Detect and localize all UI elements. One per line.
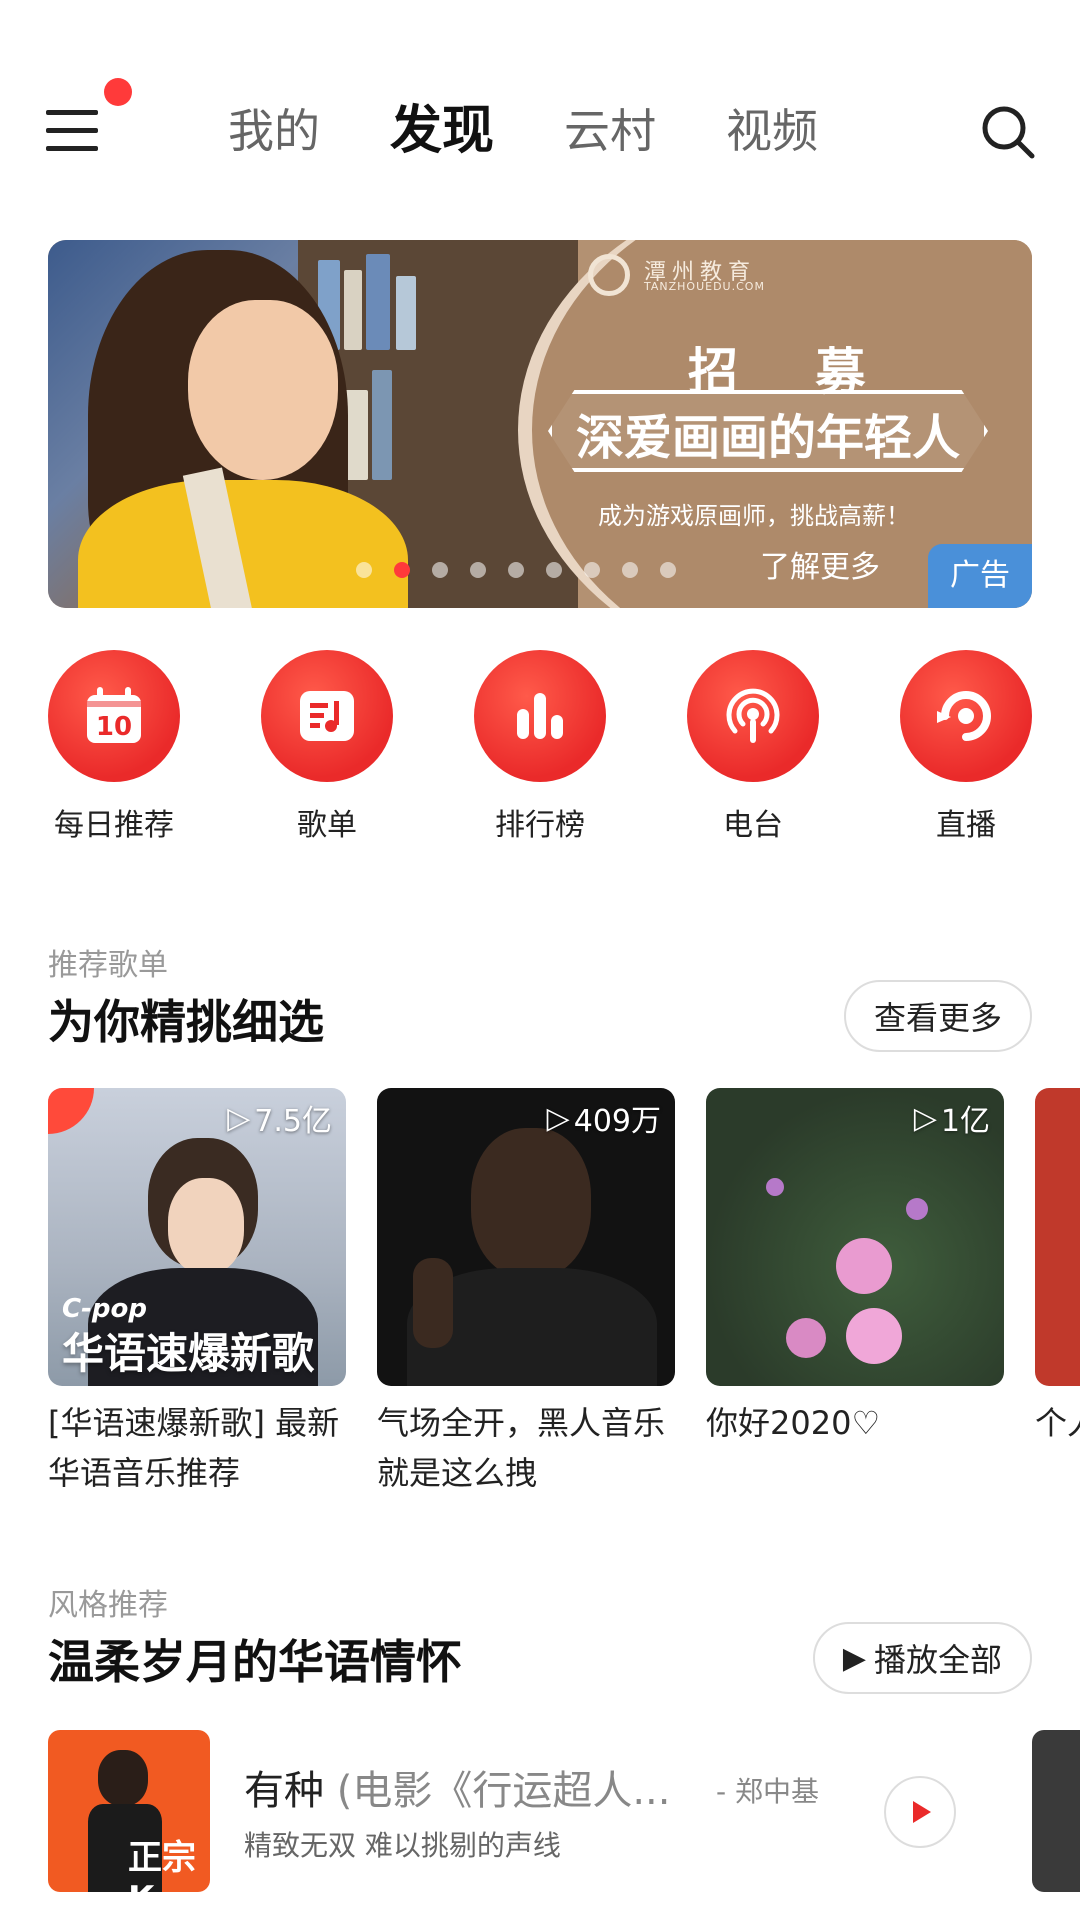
cover-caption: 华语速爆新歌 (62, 1329, 315, 1378)
song-row[interactable]: 正宗K 有种 (电影《行运超人... - 郑中基 精致无双 难以挑剔的声线 (48, 1730, 1080, 1896)
play-icon (913, 1801, 931, 1823)
notification-dot (104, 78, 132, 106)
radio-icon (687, 650, 819, 782)
chart-icon (474, 650, 606, 782)
section-title: 为你精挑细选 (48, 995, 324, 1049)
play-all-button[interactable]: ▶ 播放全部 (812, 1622, 1032, 1694)
pager-dot[interactable] (622, 562, 638, 578)
learn-more-link[interactable]: 了解更多 (760, 542, 880, 586)
play-song-button[interactable] (884, 1776, 956, 1848)
play-count-text: 7.5亿 (254, 1104, 332, 1139)
playlist-icon (261, 650, 393, 782)
pager-dot[interactable] (584, 562, 600, 578)
tab-discover[interactable]: 发现 (390, 98, 494, 164)
tab-mine[interactable]: 我的 (228, 98, 320, 164)
quick-entries: 10 每日推荐 歌单 排行榜 电台 直播 (48, 650, 1032, 843)
entry-daily[interactable]: 10 每日推荐 (48, 650, 180, 844)
section-subtitle: 推荐歌单 (48, 948, 168, 983)
ad-banner[interactable]: 潭州教育 TANZHOUEDU.COM 招 募 深爱画画的年轻人 成为游戏原画师… (48, 240, 1032, 608)
calendar-icon: 10 (48, 650, 180, 782)
tab-video[interactable]: 视频 (726, 98, 818, 164)
playlist-cover (1035, 1088, 1080, 1386)
section-subtitle: 风格推荐 (48, 1588, 168, 1623)
banner-illustration (48, 240, 578, 608)
play-count-icon: ▷ (913, 1100, 937, 1136)
play-count-icon: ▷ (546, 1100, 570, 1136)
pager-dot[interactable] (508, 562, 524, 578)
play-count-text: 409万 (573, 1104, 661, 1139)
entry-label: 每日推荐 (54, 808, 174, 843)
entry-live[interactable]: 直播 (900, 650, 1032, 844)
song-artist: - 郑中基 (716, 1775, 820, 1808)
pager-dot[interactable] (356, 562, 372, 578)
netease-logo-icon (48, 1088, 94, 1134)
pager-dot[interactable] (470, 562, 486, 578)
entry-chart[interactable]: 排行榜 (474, 650, 606, 844)
playlist-card[interactable]: ▷ 1亿 你好2020♡ (706, 1088, 1004, 1498)
view-more-button[interactable]: 查看更多 (843, 980, 1032, 1052)
entry-label: 排行榜 (495, 808, 585, 843)
playlist-title: 个人律吗 (1035, 1404, 1080, 1442)
entry-label: 直播 (936, 808, 996, 843)
entry-label: 歌单 (297, 808, 357, 843)
play-icon: ▶ (842, 1640, 866, 1676)
brand-logo-icon (588, 254, 630, 296)
playlist-card-partial[interactable]: 个人律吗 (1035, 1088, 1080, 1498)
pager-dot[interactable] (546, 562, 562, 578)
pager-dot-active[interactable] (394, 562, 410, 578)
menu-icon[interactable] (46, 108, 102, 152)
playlist-cover: ▷ 7.5亿 C-pop 华语速爆新歌 (48, 1088, 346, 1386)
brand-url: TANZHOUEDU.COM (644, 280, 765, 293)
entry-radio[interactable]: 电台 (687, 650, 819, 844)
playlist-cover: ▷ 409万 (377, 1088, 675, 1386)
play-count-icon: ▷ (227, 1100, 251, 1136)
pager-dot[interactable] (660, 562, 676, 578)
top-bar: 我的 发现 云村 视频 (0, 0, 1080, 230)
play-count: ▷ 1亿 (914, 1096, 990, 1140)
banner-sub-slogan: 成为游戏原画师，挑战高薪！ (598, 502, 910, 530)
pager-dot[interactable] (432, 562, 448, 578)
playlist-title: 气场全开，黑人音乐 就是这么拽 (377, 1404, 666, 1492)
entry-label: 电台 (723, 808, 783, 843)
song-cover-text: 正宗K (128, 1838, 196, 1892)
entry-playlist[interactable]: 歌单 (261, 650, 393, 844)
ad-badge: 广告 (928, 544, 1032, 608)
search-icon[interactable] (980, 104, 1036, 160)
song-title-main: 有种 (244, 1768, 324, 1814)
play-count-text: 1亿 (940, 1104, 990, 1139)
section-title: 温柔岁月的华语情怀 (48, 1635, 462, 1689)
banner-pager (356, 562, 676, 578)
playlist-card[interactable]: ▷ 409万 气场全开，黑人音乐 就是这么拽 (377, 1088, 675, 1498)
playlist-cover: ▷ 1亿 (706, 1088, 1004, 1386)
next-song-cover-partial[interactable] (1032, 1730, 1080, 1892)
play-all-label: 播放全部 (873, 1641, 1002, 1679)
song-cover: 正宗K (48, 1730, 210, 1892)
playlist-title: 你好2020♡ (706, 1404, 881, 1442)
live-icon (900, 650, 1032, 782)
song-description: 精致无双 难以挑剔的声线 (244, 1829, 561, 1862)
calendar-day: 10 (96, 712, 132, 742)
song-title-extra: (电影《行运超人... (324, 1768, 671, 1814)
banner-slogan: 深爱画画的年轻人 (575, 410, 960, 466)
play-count: ▷ 409万 (547, 1096, 661, 1140)
tab-community[interactable]: 云村 (564, 98, 656, 164)
play-count: ▷ 7.5亿 (227, 1096, 332, 1140)
playlist-title: [华语速爆新歌] 最新华语音乐推荐 (48, 1404, 340, 1492)
playlist-card[interactable]: ▷ 7.5亿 C-pop 华语速爆新歌 [华语速爆新歌] 最新华语音乐推荐 (48, 1088, 346, 1498)
song-title: 有种 (电影《行运超人... (244, 1758, 670, 1816)
top-tabs: 我的 发现 云村 视频 (228, 98, 818, 164)
